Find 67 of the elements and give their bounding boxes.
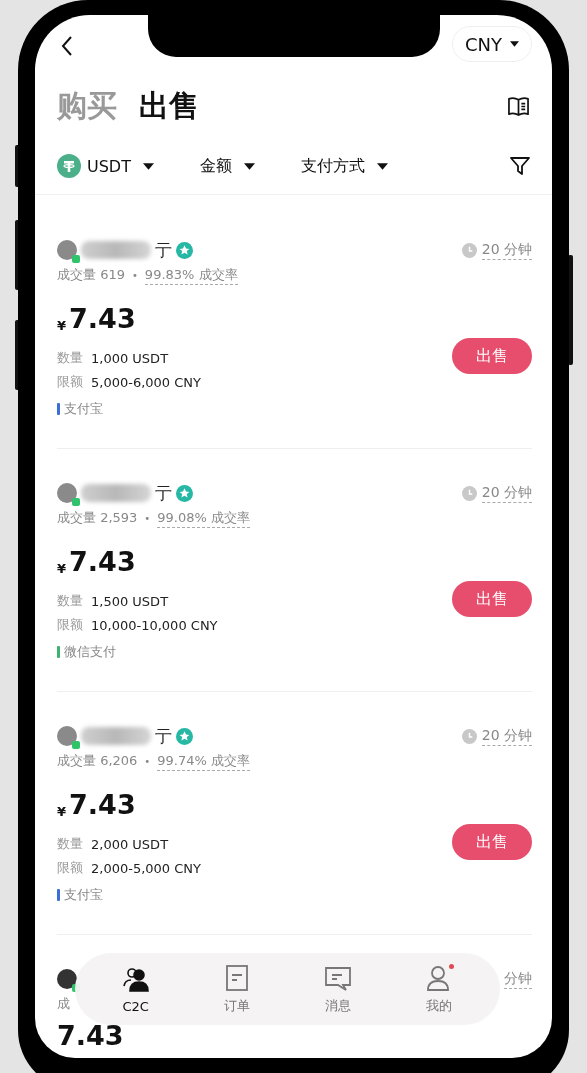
filter-dropdown[interactable]: 金额: [199, 155, 255, 177]
payment-time: 分钟: [504, 969, 532, 989]
nav-tab[interactable]: 消息: [298, 962, 379, 1016]
price: ¥7.43: [57, 788, 137, 822]
payment-time: 20 分钟: [481, 483, 532, 503]
nav-tab[interactable]: 我的: [399, 962, 480, 1016]
payment-method: 支付宝: [64, 400, 103, 418]
coin-icon: [57, 154, 81, 178]
quantity-label: 数量: [57, 349, 83, 367]
payment-method: 支付宝: [64, 886, 103, 904]
sell-button[interactable]: 出售: [452, 581, 532, 617]
trade-count: 成: [57, 995, 70, 1013]
tab[interactable]: 出售: [139, 85, 199, 127]
limit-label: 限额: [57, 373, 83, 391]
separator-dot: •: [131, 269, 138, 281]
payment-time: 20 分钟: [481, 240, 532, 260]
limit-label: 限额: [57, 616, 83, 634]
payment-method: 微信支付: [64, 643, 116, 661]
filter-dropdown[interactable]: 支付方式: [300, 155, 388, 177]
limit-label: 限额: [57, 859, 83, 877]
limit-value: 2,000-5,000 CNY: [91, 860, 201, 876]
quantity-value: 2,000 USDT: [91, 836, 169, 852]
limit-value: 5,000-6,000 CNY: [91, 374, 201, 390]
avatar: [57, 483, 77, 503]
filter-icon[interactable]: [510, 156, 530, 176]
trade-count: 成交量 6,206: [57, 752, 138, 770]
merchant-name: 亍: [155, 238, 172, 262]
clock-icon: [461, 485, 477, 501]
sell-button[interactable]: 出售: [452, 824, 532, 860]
filter-dropdown[interactable]: USDT: [57, 154, 154, 178]
currency-selector[interactable]: CNY: [451, 26, 532, 62]
quantity-value: 1,500 USDT: [91, 593, 169, 609]
book-icon[interactable]: [507, 95, 530, 117]
clock-icon: [461, 728, 477, 744]
quantity-value: 1,000 USDT: [91, 350, 169, 366]
limit-value: 10,000-10,000 CNY: [91, 617, 218, 633]
tab[interactable]: 购买: [57, 85, 117, 127]
quantity-label: 数量: [57, 592, 83, 610]
avatar: [57, 726, 77, 746]
sell-button[interactable]: 出售: [452, 338, 532, 374]
price: ¥7.43: [57, 302, 137, 336]
completion-rate: 99.74% 成交率: [157, 751, 250, 771]
clock-icon: [461, 242, 477, 258]
nav-tab[interactable]: 订单: [196, 962, 277, 1016]
separator-dot: •: [144, 755, 151, 767]
caret-icon: [376, 162, 388, 170]
avatar: [57, 969, 77, 989]
caret-icon: [142, 162, 154, 170]
quantity-label: 数量: [57, 835, 83, 853]
payment-time: 20 分钟: [481, 726, 532, 746]
blurred-name: [81, 727, 151, 745]
nav-tab[interactable]: C2C: [95, 963, 176, 1015]
back-icon[interactable]: [61, 36, 73, 56]
blurred-name: [81, 241, 151, 259]
avatar: [57, 240, 77, 260]
merchant-name: 亍: [155, 724, 172, 748]
trade-count: 成交量 619: [57, 266, 125, 284]
completion-rate: 99.83% 成交率: [144, 265, 238, 285]
price: ¥7.43: [57, 545, 137, 579]
blurred-name: [81, 484, 151, 502]
price: 7.43: [57, 1019, 124, 1053]
caret-icon: [510, 41, 519, 47]
completion-rate: 99.08% 成交率: [157, 508, 250, 528]
trade-count: 成交量 2,593: [57, 509, 138, 527]
caret-icon: [243, 162, 255, 170]
separator-dot: •: [144, 512, 151, 524]
merchant-name: 亍: [155, 481, 172, 505]
